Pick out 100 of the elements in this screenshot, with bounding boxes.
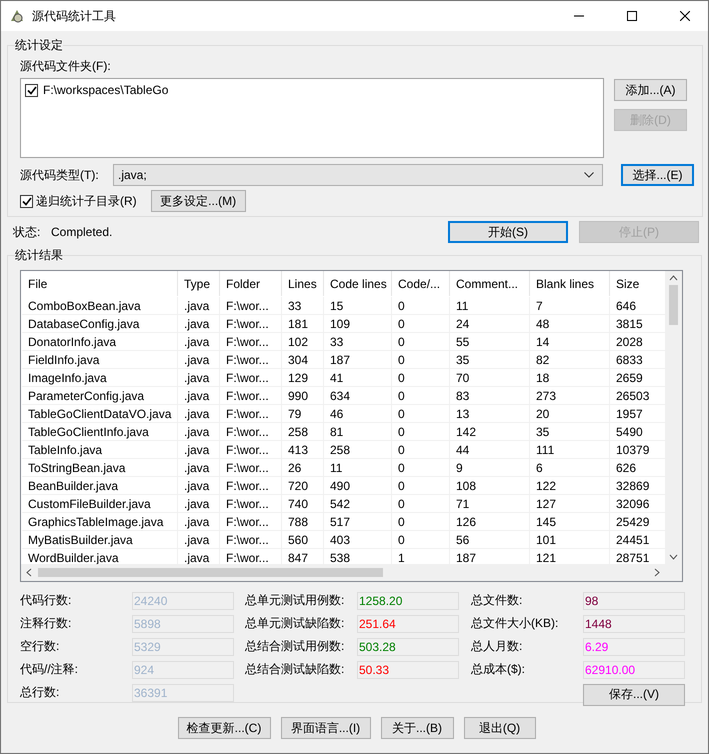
table-cell: 0: [392, 513, 450, 530]
table-cell: 33: [282, 297, 324, 314]
stat-field: 5898: [132, 614, 234, 632]
update-button[interactable]: 检查更新...(C): [178, 717, 270, 739]
table-cell: 108: [450, 477, 530, 494]
table-cell: 0: [392, 315, 450, 332]
folder-label: 源代码文件夹(F):: [20, 58, 112, 75]
table-cell: 35: [530, 423, 610, 440]
column-header[interactable]: Code lines: [324, 271, 392, 296]
table-cell: 181: [282, 315, 324, 332]
table-cell: F:\wor...: [220, 315, 282, 332]
table-cell: 258: [324, 441, 392, 458]
table-cell: 55: [450, 333, 530, 350]
stat-field: 24240: [132, 592, 234, 610]
stat-label: 代码//注释:: [20, 661, 80, 678]
stat-label: 总文件大小(KB):: [471, 615, 560, 632]
checkbox[interactable]: [25, 84, 38, 96]
table-cell: 413: [282, 441, 324, 458]
type-dropdown[interactable]: .java;: [113, 164, 603, 186]
add-button[interactable]: 添加...(A): [614, 79, 687, 101]
table-cell: 126: [450, 513, 530, 530]
table-cell: 0: [392, 351, 450, 368]
table-cell: 83: [450, 387, 530, 404]
folder-path: F:\workspaces\TableGo: [43, 83, 168, 97]
stat-label: 总人月数:: [471, 638, 524, 655]
table-cell: 46: [324, 405, 392, 422]
app-icon: [9, 8, 25, 24]
stat-label: 总文件数:: [471, 592, 524, 609]
table-cell: 490: [324, 477, 392, 494]
table-cell: F:\wor...: [220, 351, 282, 368]
table-cell: 145: [530, 513, 610, 530]
stat-label: 代码行数:: [20, 592, 72, 609]
column-header[interactable]: Type: [178, 271, 220, 296]
table-cell: 0: [392, 405, 450, 422]
stat-field: 6.29: [583, 638, 685, 656]
table-cell: TableGoClientDataVO.java: [22, 405, 178, 422]
stat-field: 98: [583, 592, 685, 610]
table-cell: 81: [324, 423, 392, 440]
table-cell: .java: [178, 351, 220, 368]
more-settings-button[interactable]: 更多设定...(M): [150, 190, 246, 212]
table-cell: GraphicsTableImage.java: [22, 513, 178, 530]
table-cell: 0: [392, 531, 450, 548]
table-cell: F:\wor...: [220, 369, 282, 386]
vertical-scrollbar[interactable]: [665, 271, 682, 564]
table-cell: 187: [324, 351, 392, 368]
table-cell: ComboBoxBean.java: [22, 297, 178, 314]
table-cell: 79: [282, 405, 324, 422]
table-cell: 0: [392, 495, 450, 512]
table-cell: 14: [530, 333, 610, 350]
table-cell: F:\wor...: [220, 441, 282, 458]
group-title: 统计结果: [15, 247, 63, 264]
table-cell: .java: [178, 315, 220, 332]
table-cell: 101: [530, 531, 610, 548]
table-cell: 41: [324, 369, 392, 386]
table-cell: F:\wor...: [220, 387, 282, 404]
horizontal-scrollbar[interactable]: [21, 564, 682, 581]
scrollbar-thumb[interactable]: [669, 285, 678, 325]
caret-icon: [584, 172, 594, 178]
table-cell: .java: [178, 459, 220, 476]
column-header[interactable]: Lines: [282, 271, 324, 296]
table-cell: 18: [530, 369, 610, 386]
table-cell: ImageInfo.java: [22, 369, 178, 386]
checkbox[interactable]: [20, 194, 33, 208]
table-cell: DatabaseConfig.java: [22, 315, 178, 332]
table-cell: F:\wor...: [220, 531, 282, 548]
column-header[interactable]: Blank lines: [530, 271, 610, 296]
table-cell: F:\wor...: [220, 405, 282, 422]
table-cell: .java: [178, 531, 220, 548]
exit-button[interactable]: 退出(Q): [464, 717, 536, 739]
table-cell: 273: [530, 387, 610, 404]
about-button[interactable]: 关于...(B): [380, 717, 454, 739]
table-cell: 15: [324, 297, 392, 314]
table-cell: .java: [178, 369, 220, 386]
start-button[interactable]: 开始(S): [448, 221, 568, 243]
table-cell: 56: [450, 531, 530, 548]
status-label: 状态:: [13, 224, 42, 240]
table-cell: 142: [450, 423, 530, 440]
table-cell: 11: [324, 459, 392, 476]
stat-label: 总结合测试缺陷数:: [245, 661, 346, 678]
table-cell: 0: [392, 459, 450, 476]
column-header[interactable]: Code/...: [392, 271, 450, 296]
table-cell: .java: [178, 333, 220, 350]
maximize-icon: [627, 11, 637, 21]
table-cell: ToStringBean.java: [22, 459, 178, 476]
save-button[interactable]: 保存...(V): [583, 684, 685, 706]
checkbox-label: 递归统计子目录(R): [36, 192, 137, 210]
language-button[interactable]: 界面语言...(I): [280, 717, 370, 739]
table-cell: BeanBuilder.java: [22, 477, 178, 494]
table-cell: 258: [282, 423, 324, 440]
table-cell: .java: [178, 477, 220, 494]
column-header[interactable]: Folder: [220, 271, 282, 296]
scrollbar-thumb[interactable]: [38, 568, 383, 577]
table-cell: F:\wor...: [220, 495, 282, 512]
select-button[interactable]: 选择...(E): [621, 164, 694, 186]
column-header[interactable]: Comment...: [450, 271, 530, 296]
stat-label: 总单元测试缺陷数:: [245, 615, 346, 632]
stat-label: 总单元测试用例数:: [245, 592, 346, 609]
table-cell: 70: [450, 369, 530, 386]
type-label: 源代码类型(T):: [20, 166, 100, 184]
column-header[interactable]: File: [22, 271, 178, 296]
